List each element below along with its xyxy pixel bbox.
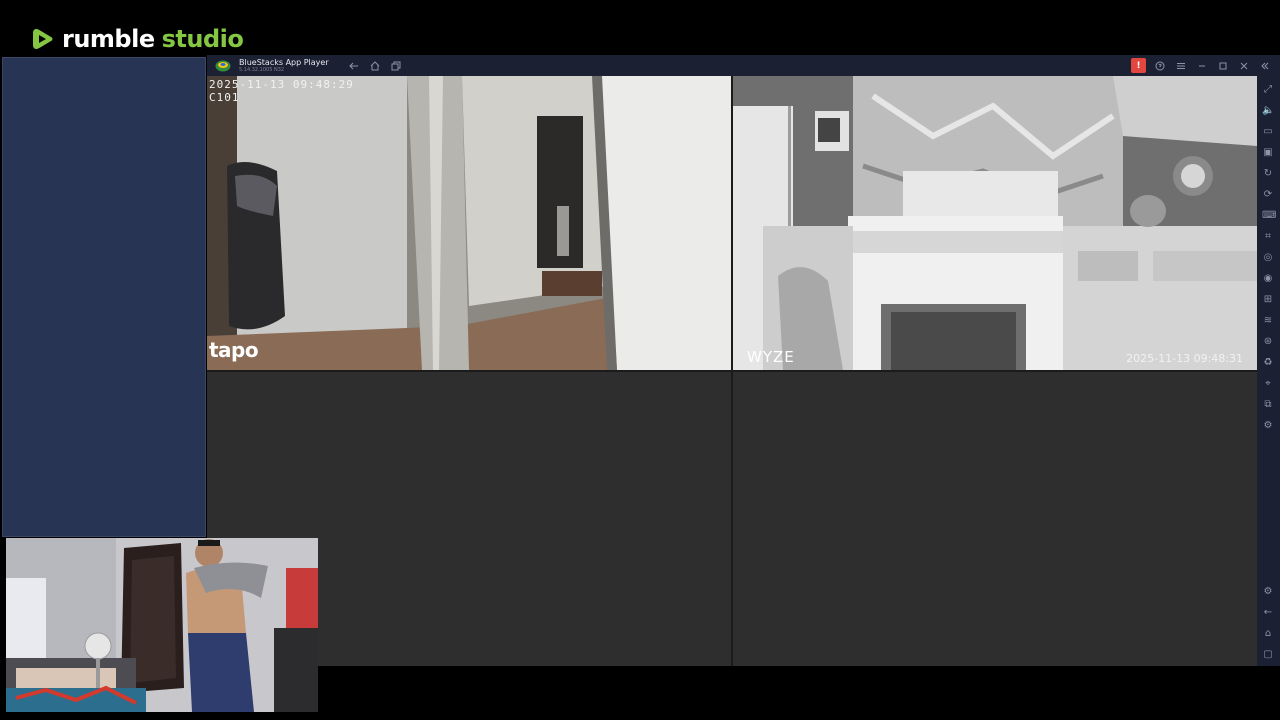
webcam-overlay <box>6 538 318 712</box>
collapse-sidebar-icon[interactable] <box>1258 59 1272 73</box>
record-icon[interactable]: ◉ <box>1262 273 1274 285</box>
media-manager-icon[interactable]: ▣ <box>1262 147 1274 159</box>
nav-group <box>347 59 403 73</box>
tapo-camera-feed[interactable]: 2025-11-13 09:48:29 C101 tapo <box>207 76 731 370</box>
bluestacks-titlebar: BlueStacks App Player 5.14.32.1005 N32 ! <box>207 55 1280 76</box>
maximize-icon[interactable] <box>1216 59 1230 73</box>
grid-divider-horizontal <box>207 370 1257 372</box>
back-icon[interactable]: ← <box>1262 607 1274 619</box>
title-block: BlueStacks App Player 5.14.32.1005 N32 <box>239 57 329 73</box>
screen-record-icon[interactable]: ▭ <box>1262 126 1274 138</box>
wyze-camera-image <box>733 76 1257 370</box>
install-apk-icon[interactable]: ⊞ <box>1262 294 1274 306</box>
performance-icon[interactable]: ⚙ <box>1262 420 1274 432</box>
scene-panel <box>2 57 206 537</box>
eco-mode-icon[interactable]: ♻ <box>1262 357 1274 369</box>
screenshot-icon[interactable]: ◎ <box>1262 252 1274 264</box>
volume-icon[interactable]: 🔈 <box>1262 105 1274 117</box>
tapo-camera-image <box>207 76 731 370</box>
tapo-brand-watermark: tapo <box>209 338 259 362</box>
app-title: BlueStacks App Player <box>239 57 329 67</box>
location-icon[interactable]: ⌖ <box>1262 378 1274 390</box>
home-icon[interactable]: ⌂ <box>1262 628 1274 640</box>
rumble-play-icon <box>33 29 53 49</box>
rumble-studio-logo: rumble studio <box>30 24 244 54</box>
notification-icon[interactable]: ! <box>1131 58 1146 73</box>
recent-apps-icon[interactable]: ▢ <box>1262 649 1274 661</box>
bluestacks-sidebar: ⤢ 🔈 ▭ ▣ ↻ ⟳ ⌨ ⌗ ◎ ◉ ⊞ ≋ ⊛ ♻ ⌖ ⧉ ⚙ ⚙ ← ⌂ ▢ <box>1257 76 1280 666</box>
fullscreen-icon[interactable]: ⤢ <box>1262 84 1274 96</box>
tapo-camera-id: C101 <box>209 91 240 104</box>
close-icon[interactable] <box>1237 59 1251 73</box>
webcam-image <box>6 538 318 712</box>
tapo-timestamp: 2025-11-13 09:48:29 C101 <box>209 78 354 104</box>
multi-instance-icon[interactable] <box>389 59 403 73</box>
window-controls: ! <box>1131 58 1272 73</box>
rumble-wordmark: rumble <box>62 25 155 53</box>
tapo-time: 2025-11-13 09:48:29 <box>209 78 354 91</box>
menu-icon[interactable] <box>1174 59 1188 73</box>
rotate-icon[interactable]: ↻ <box>1262 168 1274 180</box>
wyze-camera-feed[interactable]: WYZE 2025-11-13 09:48:31 <box>733 76 1257 370</box>
sync-icon[interactable]: ⟳ <box>1262 189 1274 201</box>
keymapping-icon[interactable]: ⌗ <box>1262 231 1274 243</box>
studio-wordmark: studio <box>161 25 244 53</box>
settings-icon[interactable]: ⚙ <box>1262 586 1274 598</box>
app-version: 5.14.32.1005 N32 <box>239 66 285 73</box>
help-icon[interactable] <box>1153 59 1167 73</box>
minimize-icon[interactable] <box>1195 59 1209 73</box>
bluestacks-logo-icon <box>215 60 231 71</box>
wyze-timestamp: 2025-11-13 09:48:31 <box>1126 352 1243 365</box>
multi-instance-sync-icon[interactable]: ⧉ <box>1262 399 1274 411</box>
wyze-brand-watermark: WYZE <box>747 348 795 366</box>
back-icon[interactable] <box>347 59 361 73</box>
gamepad-icon[interactable]: ⌨ <box>1262 210 1276 222</box>
shake-icon[interactable]: ≋ <box>1262 315 1274 327</box>
macro-icon[interactable]: ⊛ <box>1262 336 1274 348</box>
home-icon[interactable] <box>368 59 382 73</box>
